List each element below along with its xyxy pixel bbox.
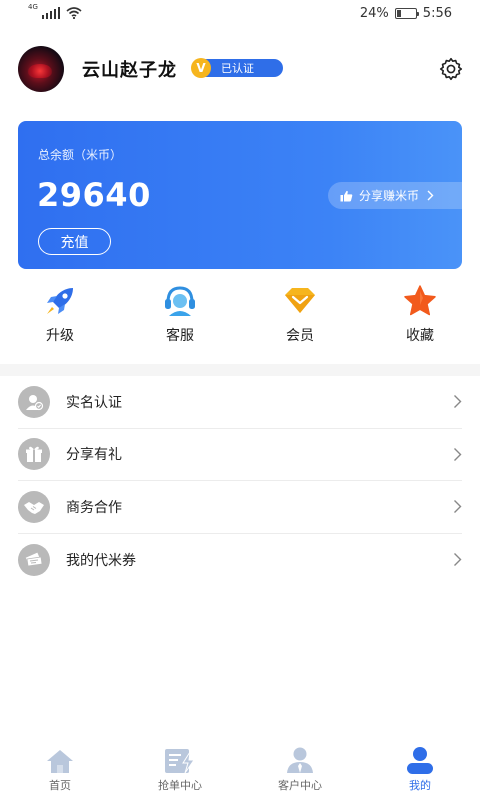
menu-item-my-coupons[interactable]: 我的代米券 xyxy=(18,534,462,587)
nav-tab-home[interactable]: 首页 xyxy=(0,746,120,800)
menu-item-label: 实名认证 xyxy=(66,394,122,411)
clock: 5:56 xyxy=(422,6,452,21)
nav-tab-customer-center[interactable]: 客户中心 xyxy=(240,746,360,800)
battery-icon xyxy=(394,8,419,19)
chevron-right-icon xyxy=(454,552,462,566)
username: 云山赵子龙 xyxy=(82,60,177,81)
settings-gear-icon[interactable] xyxy=(438,56,464,82)
home-icon xyxy=(47,750,73,773)
headset-icon xyxy=(165,286,195,316)
quick-action-support[interactable]: 客服 xyxy=(120,283,240,353)
nav-label: 首页 xyxy=(49,779,71,792)
balance-amount: 29640 xyxy=(37,176,151,214)
quick-action-label: 升级 xyxy=(46,328,74,344)
menu-item-label: 我的代米券 xyxy=(66,552,136,569)
chevron-right-icon xyxy=(427,190,434,201)
gift-icon xyxy=(18,438,50,471)
quick-action-upgrade[interactable]: 升级 xyxy=(0,283,120,353)
order-grab-icon xyxy=(165,749,195,774)
nav-tab-mine[interactable]: 我的 xyxy=(360,746,480,800)
signal-icon xyxy=(41,7,61,19)
menu-item-label: 分享有礼 xyxy=(66,447,122,464)
share-earn-button[interactable]: 分享赚米币 xyxy=(328,182,462,209)
coupon-icon xyxy=(18,543,50,576)
menu-item-label: 商务合作 xyxy=(66,499,122,516)
status-bar: 4G 24% 5:56 xyxy=(0,0,480,30)
share-earn-label: 分享赚米币 xyxy=(359,189,420,203)
quick-action-label: 会员 xyxy=(286,328,314,344)
vip-v-icon: V xyxy=(191,58,211,78)
handshake-icon xyxy=(18,490,50,523)
menu-item-business-cooperation[interactable]: 商务合作 xyxy=(18,481,462,534)
chevron-right-icon xyxy=(454,395,462,408)
chevron-right-icon xyxy=(454,447,462,461)
quick-action-label: 客服 xyxy=(166,328,194,344)
chevron-right-icon xyxy=(454,500,462,513)
nav-label: 我的 xyxy=(409,779,431,792)
verified-label: 已认证 xyxy=(221,62,254,75)
quick-action-label: 收藏 xyxy=(406,328,434,344)
member-gem-icon xyxy=(285,288,315,313)
id-verify-icon xyxy=(18,385,50,418)
star-icon xyxy=(404,285,436,316)
menu-item-share-gift[interactable]: 分享有礼 xyxy=(18,429,462,481)
profile-icon xyxy=(407,747,433,774)
wifi-icon xyxy=(66,7,82,19)
menu-item-real-name-verification[interactable]: 实名认证 xyxy=(18,376,462,429)
avatar[interactable] xyxy=(18,46,64,92)
menu-list: 实名认证 分享有礼 商务合作 我的代米券 xyxy=(18,376,462,586)
nav-tab-order-grab[interactable]: 抢单中心 xyxy=(120,746,240,800)
verified-badge: V 已认证 xyxy=(191,58,283,78)
recharge-button[interactable]: 充值 xyxy=(38,228,111,255)
nav-label: 客户中心 xyxy=(278,779,322,792)
battery-percent: 24% xyxy=(359,6,389,21)
quick-actions: 升级 客服 会员 收藏 xyxy=(0,283,480,353)
balance-label: 总余额（米币） xyxy=(38,148,123,162)
quick-action-favorites[interactable]: 收藏 xyxy=(360,283,480,353)
customer-icon xyxy=(287,747,313,773)
nav-label: 抢单中心 xyxy=(158,779,202,792)
rocket-icon xyxy=(47,288,73,314)
profile-header: 云山赵子龙 V 已认证 xyxy=(0,46,480,92)
balance-card: 总余额（米币） 29640 充值 分享赚米币 xyxy=(18,121,462,269)
bottom-nav: 首页 抢单中心 客户中心 我的 xyxy=(0,746,480,800)
quick-action-member[interactable]: 会员 xyxy=(240,283,360,353)
network-type: 4G xyxy=(28,3,38,11)
section-divider xyxy=(0,364,480,376)
thumbs-up-icon xyxy=(340,190,353,201)
